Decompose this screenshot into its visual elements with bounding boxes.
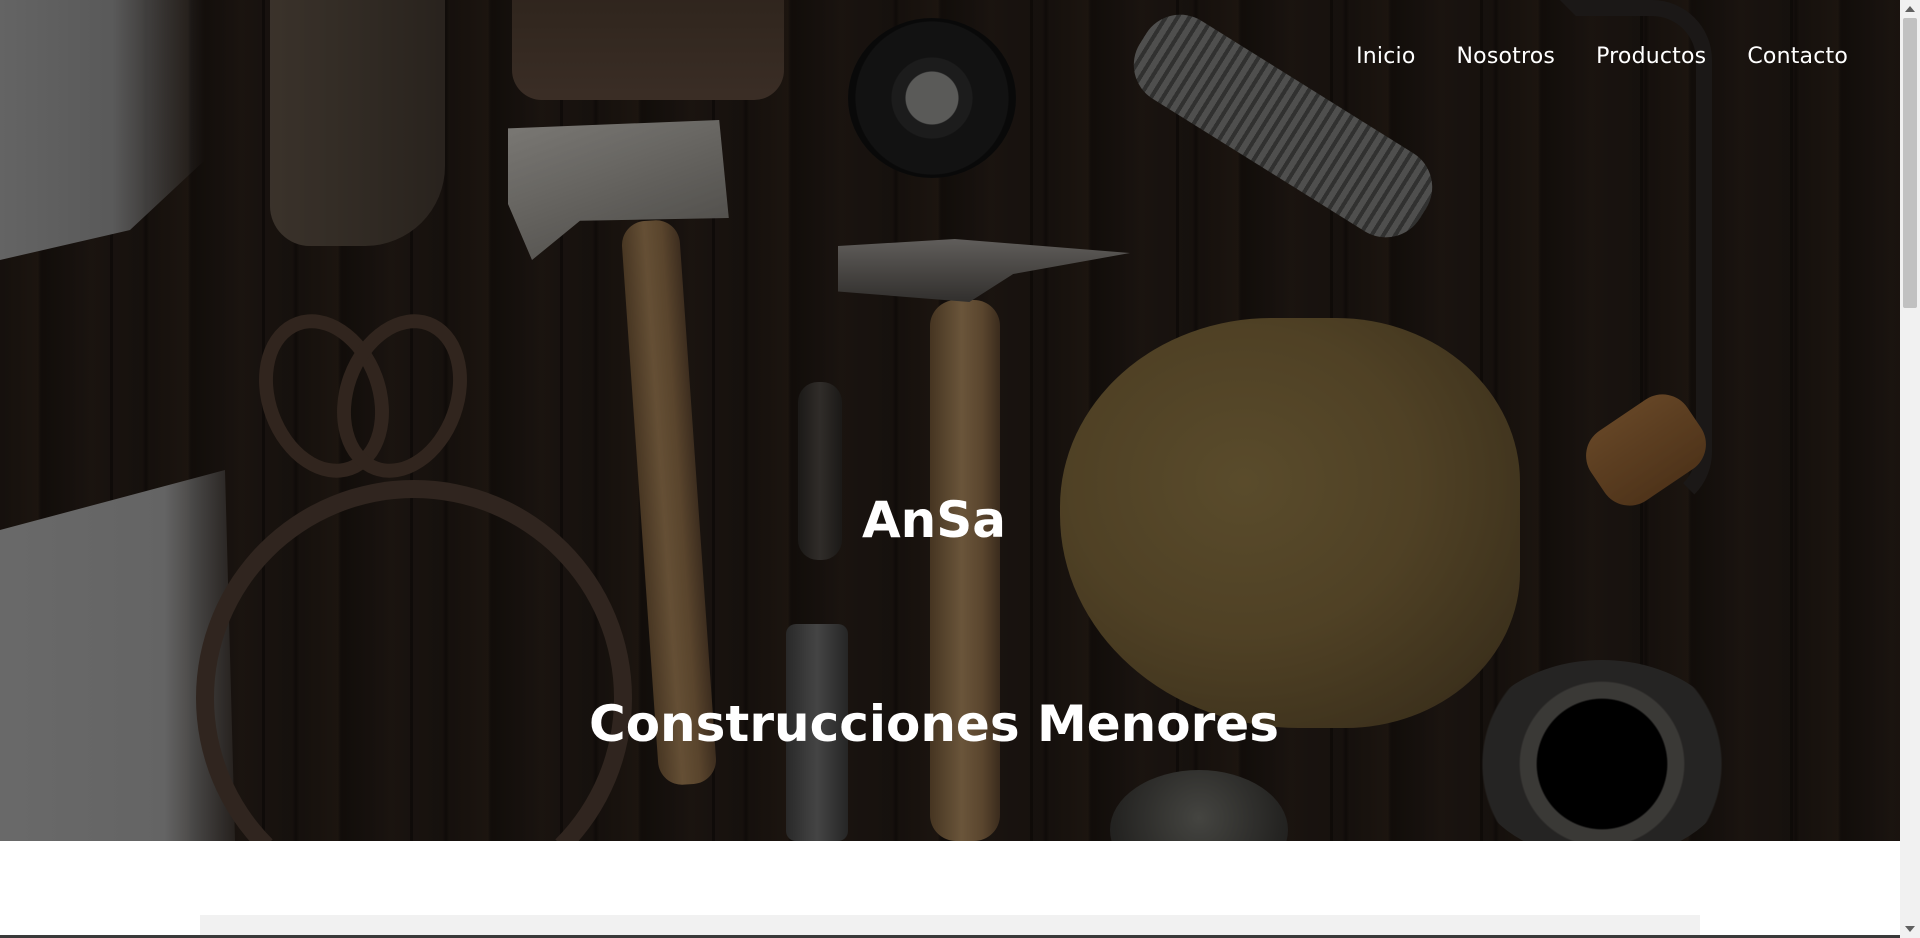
nav-link-inicio[interactable]: Inicio xyxy=(1356,44,1415,69)
scroll-down-arrow-icon[interactable] xyxy=(1905,926,1915,932)
vertical-scrollbar[interactable] xyxy=(1900,0,1920,938)
scroll-up-arrow-icon[interactable] xyxy=(1905,6,1915,12)
nav-link-contacto[interactable]: Contacto xyxy=(1747,44,1848,69)
nav-link-nosotros[interactable]: Nosotros xyxy=(1457,44,1556,69)
scrollbar-thumb[interactable] xyxy=(1903,18,1917,308)
hero-subtitle: Construcciones Menores xyxy=(589,694,1279,753)
hero-title: AnSa xyxy=(861,490,1007,549)
nav-link-productos[interactable]: Productos xyxy=(1596,44,1706,69)
main-nav: Inicio Nosotros Productos Contacto xyxy=(1356,44,1848,69)
hero-banner: Inicio Nosotros Productos Contacto AnSa … xyxy=(0,0,1900,841)
